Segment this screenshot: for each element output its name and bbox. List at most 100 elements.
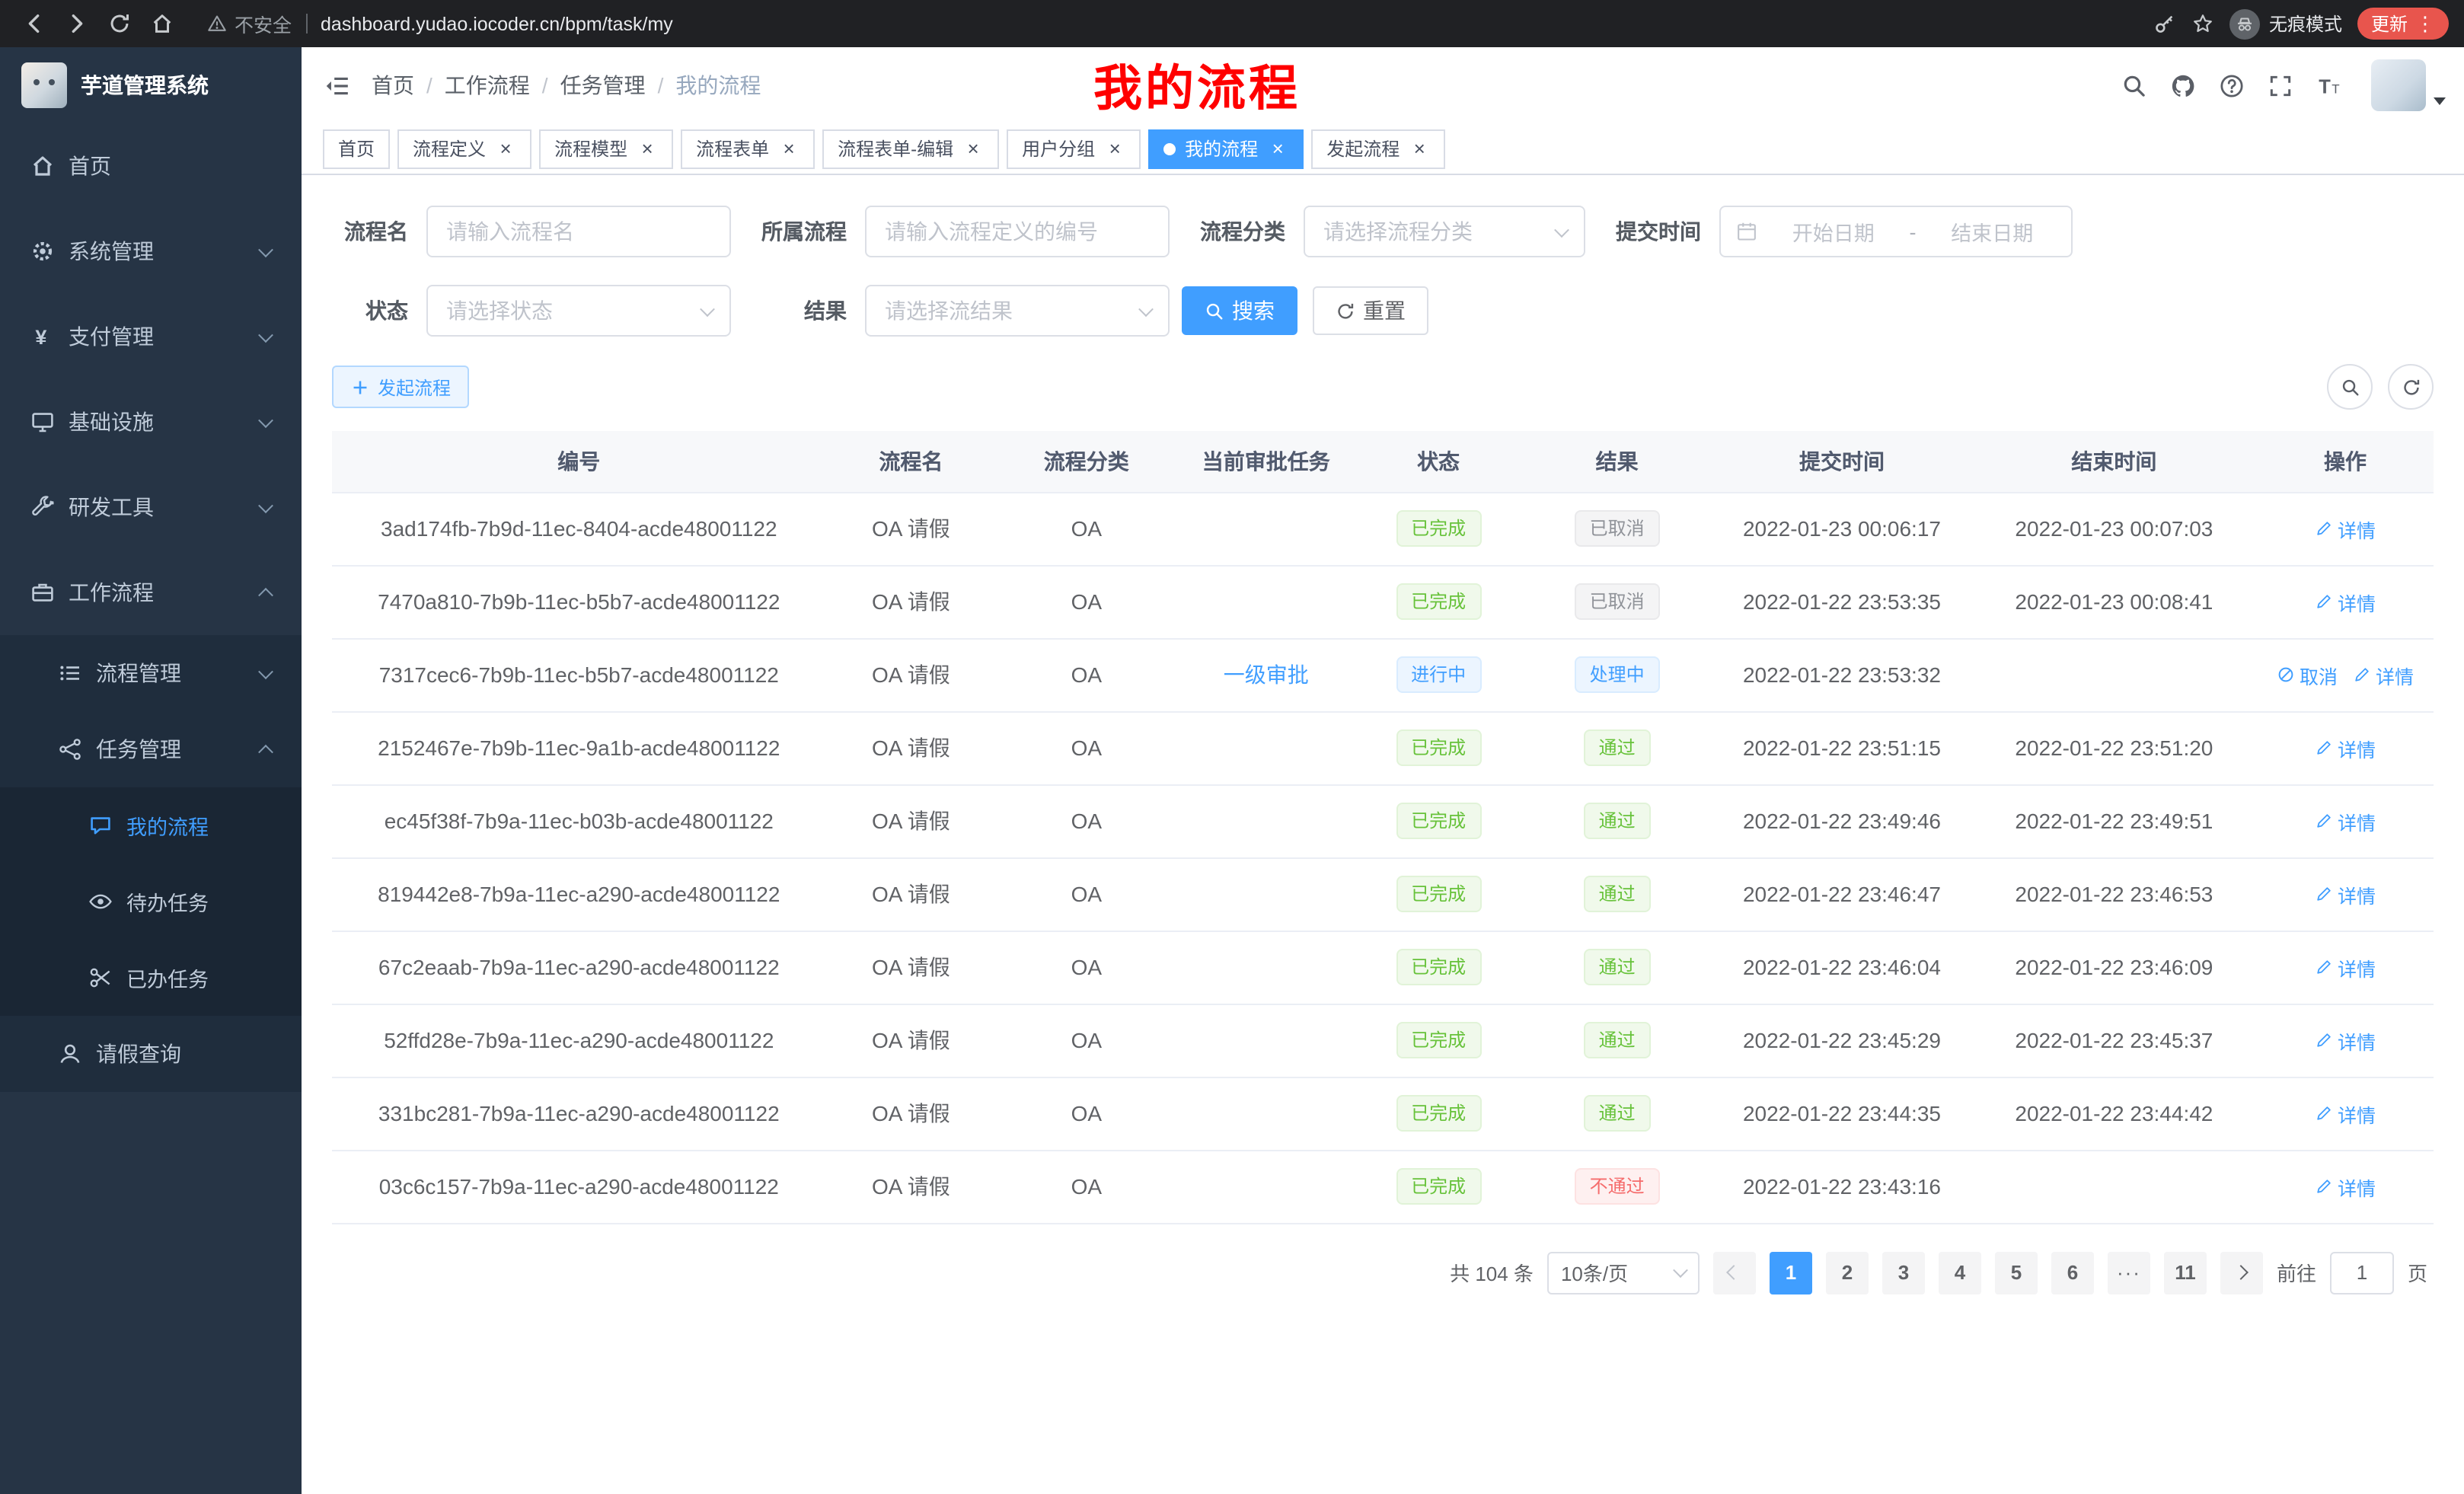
star-icon[interactable] [2191,12,2214,35]
sidebar-item-已办任务[interactable]: 已办任务 [0,940,302,1016]
fullscreen-button[interactable] [2255,47,2304,123]
breadcrumb-separator: / [658,73,664,97]
github-button[interactable] [2158,47,2207,123]
result-select[interactable]: 请选择流结果 [865,285,1170,337]
cell-process-name: OA 请假 [826,492,997,565]
close-icon[interactable]: × [778,138,800,159]
sidebar-item-首页[interactable]: 首页 [0,123,302,209]
cell-result: 处理中 [1521,638,1712,711]
question-button[interactable] [2207,47,2255,123]
detail-action-link[interactable]: 详情 [2315,953,2376,982]
sidebar-item-工作流程[interactable]: 工作流程 [0,550,302,635]
page-button-5[interactable]: 5 [1995,1251,2038,1294]
start-process-button[interactable]: 发起流程 [332,366,469,408]
next-page-button[interactable] [2220,1251,2263,1294]
tab-发起流程[interactable]: 发起流程× [1311,129,1445,168]
cell-actions: 详情 [2257,565,2434,638]
tab-流程表单[interactable]: 流程表单× [681,129,815,168]
tab-用户分组[interactable]: 用户分组× [1007,129,1141,168]
page-ellipsis[interactable]: ··· [2108,1251,2150,1294]
tab-流程定义[interactable]: 流程定义× [397,129,531,168]
close-icon[interactable]: × [637,138,658,159]
close-icon[interactable]: × [1409,138,1430,159]
page-button-6[interactable]: 6 [2051,1251,2094,1294]
status-badge: 已完成 [1396,510,1481,547]
address-bar[interactable]: 不安全 dashboard.yudao.iocoder.cn/bpm/task/… [207,9,2132,38]
sidebar-item-支付管理[interactable]: ¥支付管理 [0,294,302,379]
close-icon[interactable]: × [962,138,984,159]
cell-end-time: 2022-01-23 00:08:41 [1971,565,2257,638]
browser-menu-icon[interactable]: ⋮ [2415,14,2435,34]
detail-action-link[interactable]: 详情 [2353,660,2414,689]
detail-action-link[interactable]: 详情 [2315,879,2376,908]
sidebar-item-我的流程[interactable]: 我的流程 [0,787,302,864]
prev-page-button[interactable] [1713,1251,1756,1294]
forward-button[interactable] [58,5,94,42]
cell-process-name: OA 请假 [826,857,997,931]
cell-end-time: 2022-01-22 23:46:09 [1971,931,2257,1004]
cell-id: 67c2eaab-7b9a-11ec-a290-acde48001122 [332,931,826,1004]
tab-我的流程[interactable]: 我的流程× [1148,129,1304,168]
page-size-select[interactable]: 10条/页 [1547,1251,1700,1294]
result-badge: 已取消 [1575,583,1660,620]
close-icon[interactable]: × [495,138,516,159]
sidebar-toggle-button[interactable] [302,47,372,123]
user-menu[interactable] [2371,59,2446,111]
tab-流程表单-编辑[interactable]: 流程表单-编辑× [822,129,999,168]
cell-id: 7317cec6-7b9b-11ec-b5b7-acde48001122 [332,638,826,711]
sidebar-item-请假查询[interactable]: 请假查询 [0,1016,302,1092]
sidebar-item-系统管理[interactable]: 系统管理 [0,209,302,294]
tab-首页[interactable]: 首页 [323,129,390,168]
key-icon[interactable] [2153,12,2176,35]
submit-time-range-picker[interactable]: 开始日期 - 结束日期 [1719,206,2073,257]
sidebar-item-任务管理[interactable]: 任务管理 [0,711,302,787]
detail-action-link[interactable]: 详情 [2315,514,2376,543]
current-task-link[interactable]: 一级审批 [1224,662,1309,687]
browser-update-button[interactable]: 更新 ⋮ [2357,8,2449,40]
home-button[interactable] [143,5,180,42]
page-button-11[interactable]: 11 [2164,1251,2207,1294]
detail-action-link[interactable]: 详情 [2315,1172,2376,1201]
cancel-action-link[interactable]: 取消 [2277,660,2338,689]
page-content: 流程名 所属流程 流程分类 请选择流程分类 提交时间 开始日期 - 结束日期 [302,175,2464,1494]
breadcrumb-item[interactable]: 首页 [372,70,414,101]
page-button-1[interactable]: 1 [1770,1251,1812,1294]
sidebar-item-流程管理[interactable]: 流程管理 [0,635,302,711]
reload-button[interactable] [101,5,137,42]
page-button-4[interactable]: 4 [1939,1251,1981,1294]
detail-action-link[interactable]: 详情 [2315,1026,2376,1055]
detail-action-link[interactable]: 详情 [2315,1099,2376,1128]
search-button[interactable]: 搜索 [1182,286,1297,335]
reset-button[interactable]: 重置 [1313,286,1428,335]
refresh-table-button[interactable] [2388,364,2434,410]
category-select[interactable]: 请选择流程分类 [1304,206,1585,257]
breadcrumb-item[interactable]: 工作流程 [445,70,530,101]
detail-action-link[interactable]: 详情 [2315,587,2376,616]
chevron-down-icon [700,301,715,316]
breadcrumb-item[interactable]: 任务管理 [560,70,646,101]
toggle-search-button[interactable] [2327,364,2373,410]
column-header: 状态 [1355,431,1521,492]
sidebar-item-研发工具[interactable]: 研发工具 [0,464,302,550]
page-button-3[interactable]: 3 [1882,1251,1925,1294]
status-select[interactable]: 请选择状态 [426,285,731,337]
back-button[interactable] [15,5,52,42]
app-logo[interactable]: 芋道管理系统 [0,47,302,123]
font-size-button[interactable]: TT [2304,47,2353,123]
action-label: 详情 [2338,806,2376,835]
goto-page-input[interactable] [2330,1251,2394,1294]
process-def-input[interactable] [865,206,1170,257]
page-button-2[interactable]: 2 [1826,1251,1869,1294]
sidebar-menu: 首页系统管理¥支付管理基础设施研发工具工作流程流程管理任务管理我的流程待办任务已… [0,123,302,1092]
sidebar-item-基础设施[interactable]: 基础设施 [0,379,302,464]
close-icon[interactable]: × [1104,138,1125,159]
detail-action-link[interactable]: 详情 [2315,806,2376,835]
search-button[interactable] [2109,47,2158,123]
status-badge: 已完成 [1396,949,1481,985]
browser-actions: 无痕模式 更新 ⋮ [2153,8,2449,40]
detail-action-link[interactable]: 详情 [2315,733,2376,762]
close-icon[interactable]: × [1267,138,1288,159]
sidebar-item-待办任务[interactable]: 待办任务 [0,864,302,940]
tab-流程模型[interactable]: 流程模型× [539,129,673,168]
process-name-input[interactable] [426,206,731,257]
